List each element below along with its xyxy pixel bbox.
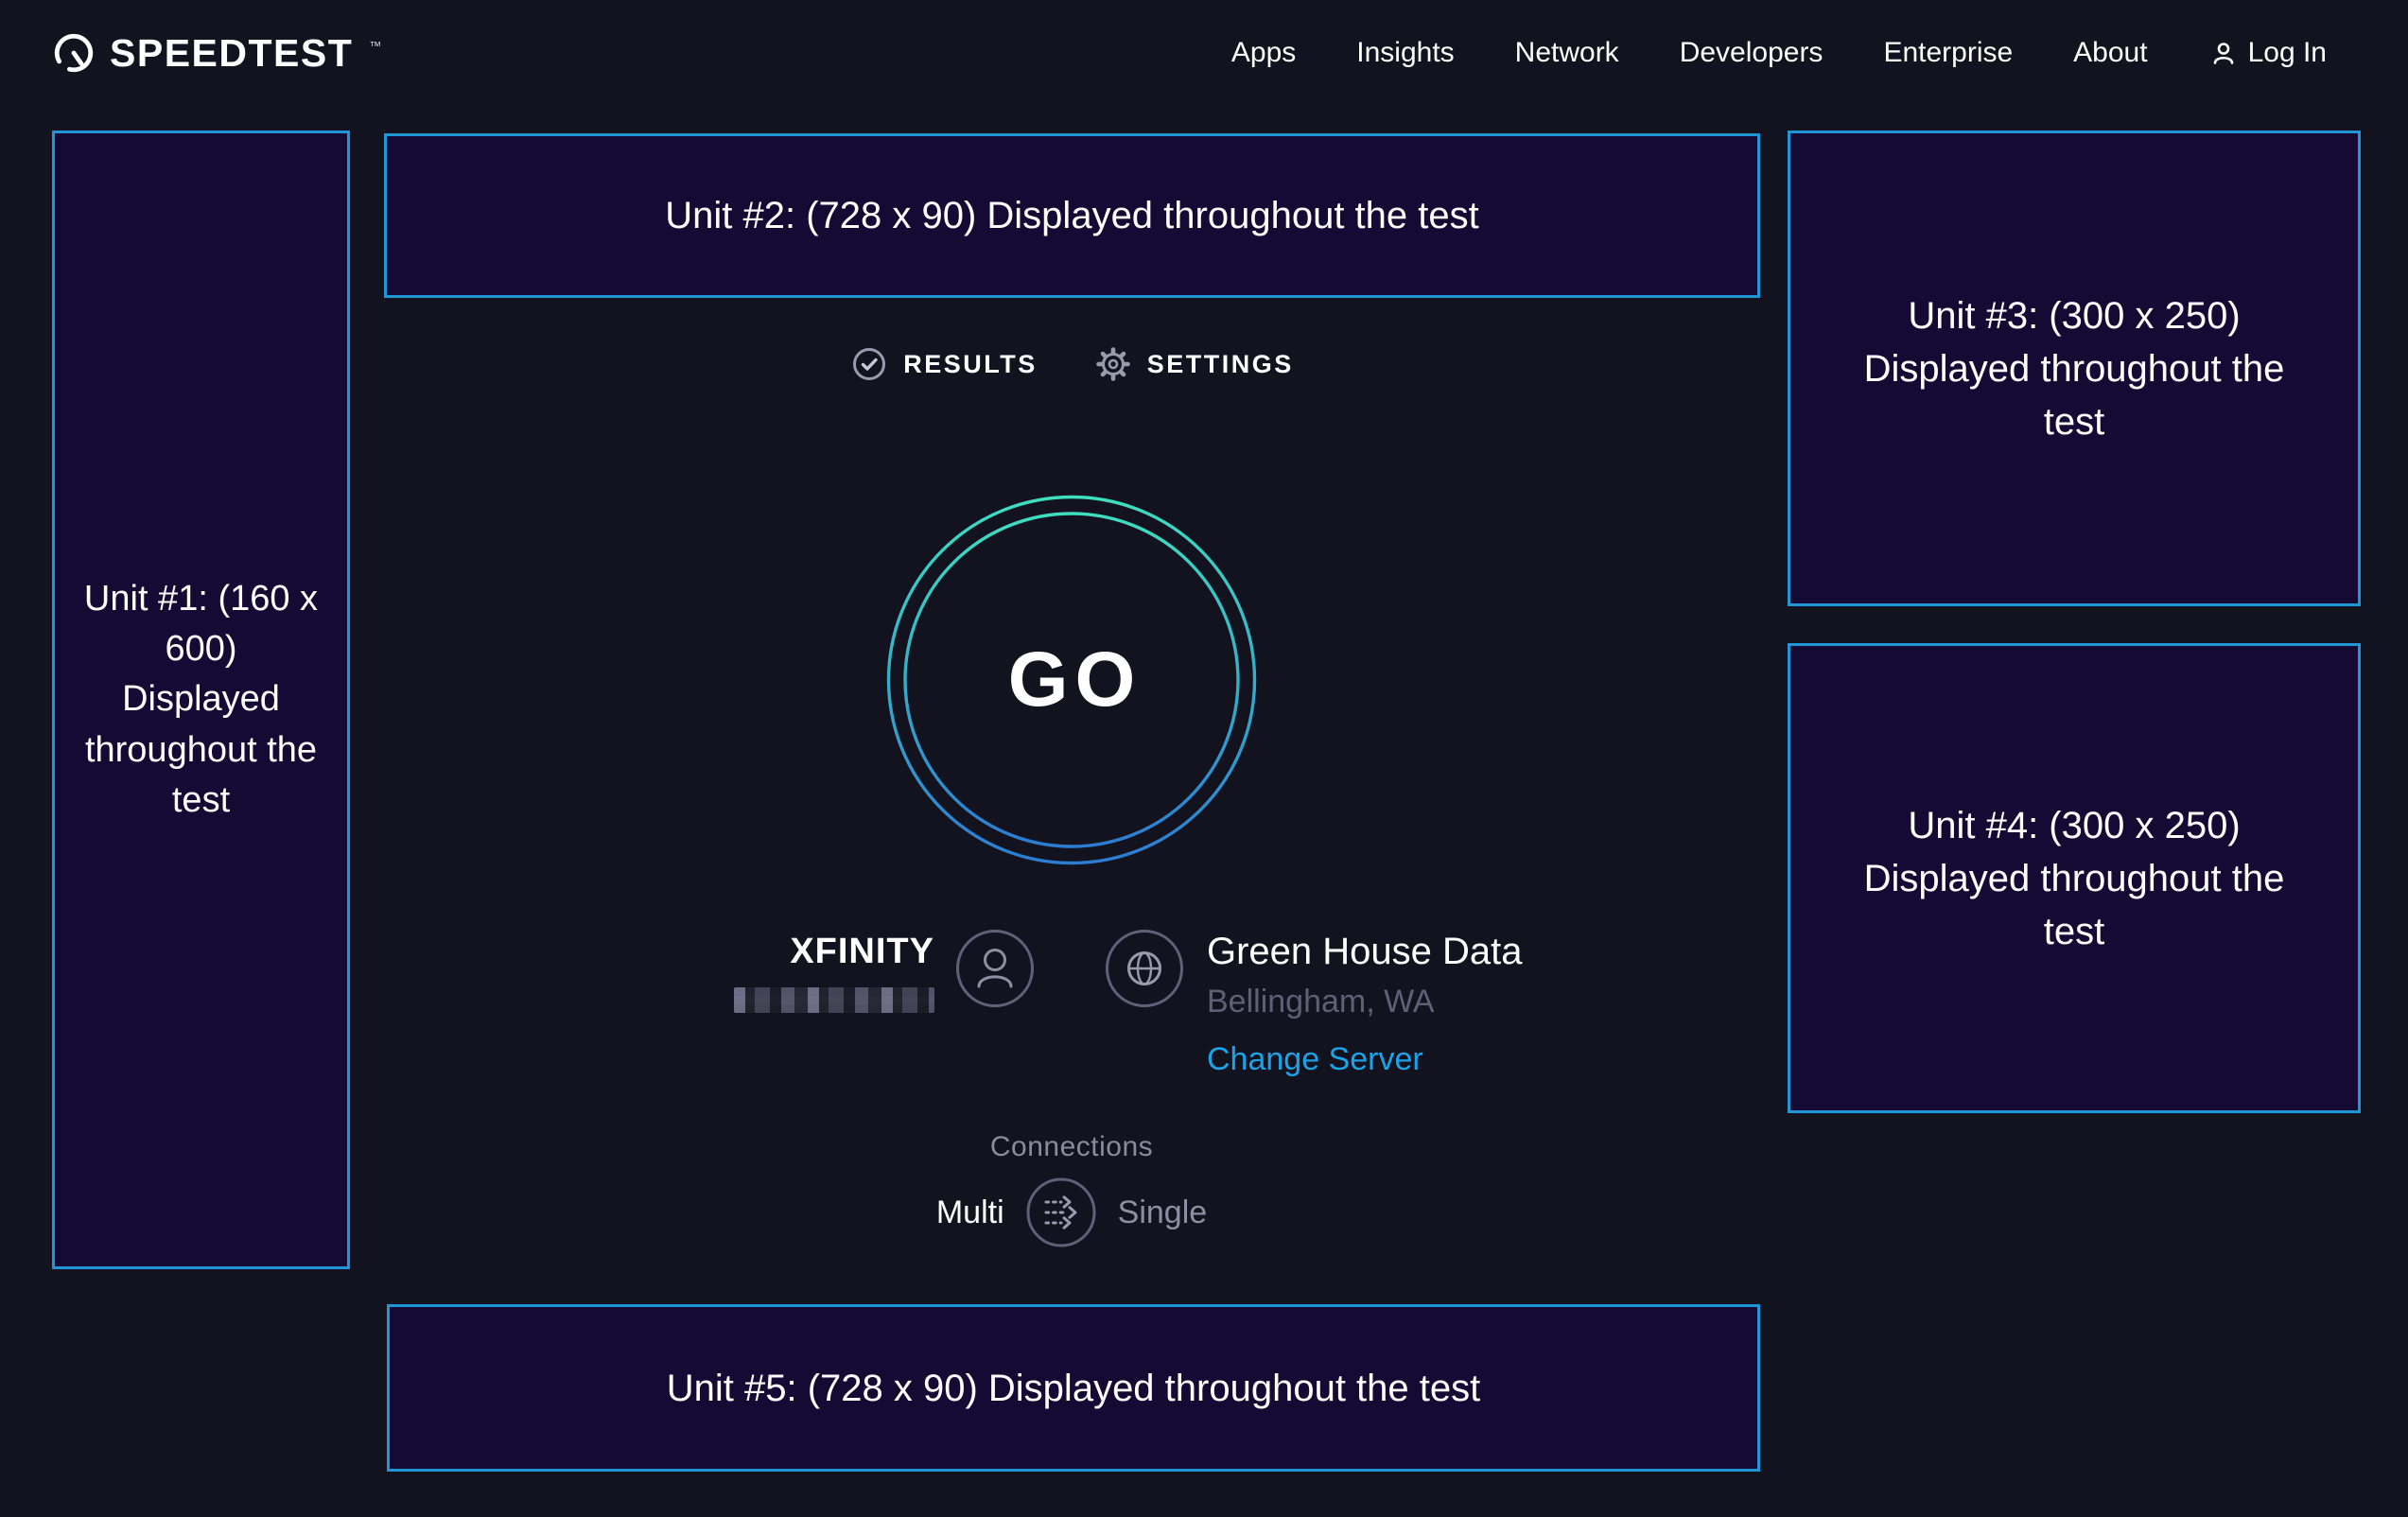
ad-unit-2[interactable]: Unit #2: (728 x 90) Displayed throughout… <box>384 133 1760 298</box>
isp-texts: XFINITY <box>734 929 934 1013</box>
connections-toggle-icon[interactable] <box>1025 1177 1097 1248</box>
isp-block: XFINITY <box>717 929 1035 1013</box>
tab-settings[interactable]: SETTINGS <box>1094 345 1294 383</box>
connections-single-option[interactable]: Single <box>1118 1194 1208 1231</box>
person-circle-icon <box>955 929 1035 1008</box>
isp-name: XFINITY <box>790 931 934 972</box>
server-texts: Green House Data Bellingham, WA Change S… <box>1207 929 1523 1078</box>
tab-bar: RESULTS <box>384 333 1760 395</box>
server-block: Green House Data Bellingham, WA Change S… <box>1105 929 1523 1078</box>
server-name: Green House Data <box>1207 931 1523 972</box>
ad-unit-3-label: Unit #3: (300 x 250) Displayed throughou… <box>1847 289 2301 448</box>
main-nav: Apps Insights Network Developers Enterpr… <box>1231 37 2327 69</box>
go-button[interactable]: GO <box>886 495 1257 865</box>
ad-unit-3[interactable]: Unit #3: (300 x 250) Displayed throughou… <box>1788 131 2361 606</box>
header: SPEEDTEST ™ Apps Insights Network Develo… <box>0 0 2408 106</box>
tab-results-label: RESULTS <box>903 350 1038 379</box>
change-server-link[interactable]: Change Server <box>1207 1041 1423 1078</box>
speedtest-logo[interactable]: SPEEDTEST ™ <box>52 31 381 76</box>
person-icon <box>2208 38 2239 68</box>
server-location: Bellingham, WA <box>1207 984 1435 1020</box>
connections-row: Multi Single <box>882 1177 1261 1248</box>
speedtest-page: SPEEDTEST ™ Apps Insights Network Develo… <box>0 0 2408 1517</box>
connections-block: Connections Multi Single <box>882 1131 1261 1248</box>
gear-icon <box>1094 345 1132 383</box>
ad-unit-5[interactable]: Unit #5: (728 x 90) Displayed throughout… <box>387 1304 1760 1472</box>
logo-text: SPEEDTEST <box>110 31 353 76</box>
redacted-ip-text <box>734 987 934 1013</box>
nav-item-about[interactable]: About <box>2073 37 2147 69</box>
ad-unit-2-label: Unit #2: (728 x 90) Displayed throughout… <box>665 189 1479 242</box>
nav-item-developers[interactable]: Developers <box>1680 37 1823 69</box>
connections-label: Connections <box>882 1131 1261 1163</box>
ad-unit-5-label: Unit #5: (728 x 90) Displayed throughout… <box>667 1362 1481 1415</box>
ad-unit-4-label: Unit #4: (300 x 250) Displayed throughou… <box>1847 799 2301 958</box>
tab-results[interactable]: RESULTS <box>850 345 1038 383</box>
ad-unit-4[interactable]: Unit #4: (300 x 250) Displayed throughou… <box>1788 643 2361 1113</box>
globe-circle-icon <box>1105 929 1184 1008</box>
go-label: GO <box>886 495 1257 865</box>
nav-item-enterprise[interactable]: Enterprise <box>1883 37 2013 69</box>
nav-item-network[interactable]: Network <box>1515 37 1619 69</box>
connections-multi-option[interactable]: Multi <box>936 1194 1004 1231</box>
nav-item-insights[interactable]: Insights <box>1356 37 1454 69</box>
ad-unit-1[interactable]: Unit #1: (160 x 600) Displayed throughou… <box>52 131 350 1269</box>
login-button[interactable]: Log In <box>2208 37 2327 69</box>
check-circle-icon <box>850 345 888 383</box>
speedometer-icon <box>52 31 96 75</box>
ad-unit-1-label: Unit #1: (160 x 600) Displayed throughou… <box>82 574 321 826</box>
login-label: Log In <box>2248 37 2327 69</box>
logo-trademark: ™ <box>369 39 381 53</box>
tab-settings-label: SETTINGS <box>1147 350 1294 379</box>
nav-item-apps[interactable]: Apps <box>1231 37 1296 69</box>
